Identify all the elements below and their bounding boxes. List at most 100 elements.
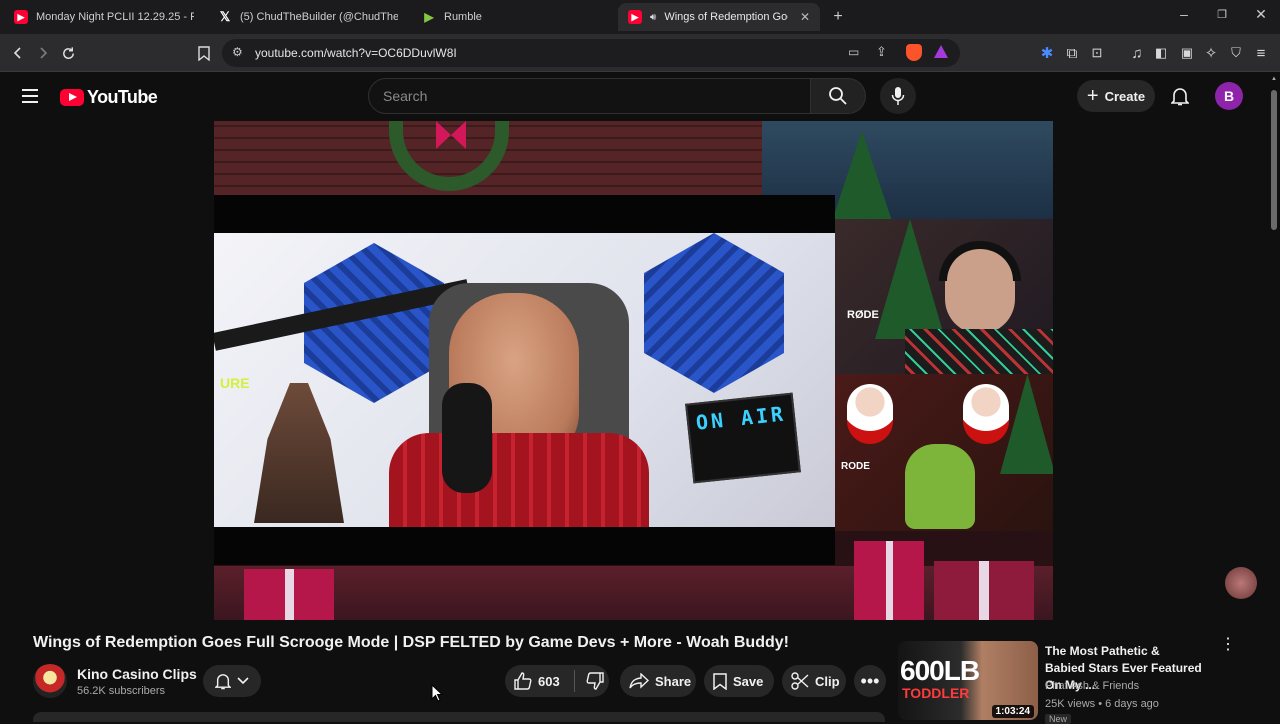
browser-tab[interactable]: 𝕏 (5) ChudTheBuilder (@ChudTheBuild xyxy=(208,3,408,31)
youtube-logo[interactable]: YouTube xyxy=(60,87,158,108)
on-air-sign: ON AIR xyxy=(685,392,801,484)
video-title: Wings of Redemption Goes Full Scrooge Mo… xyxy=(33,634,789,651)
santa-figure xyxy=(847,384,893,444)
save-icon xyxy=(713,672,727,690)
video-duration: 1:03:24 xyxy=(991,705,1034,718)
vpn-icon[interactable]: ✱ xyxy=(1037,43,1057,63)
brave-rewards-icon[interactable] xyxy=(934,45,948,58)
third-webcam-feed: RODE xyxy=(835,374,1053,531)
create-label: Create xyxy=(1104,88,1146,104)
share-button[interactable]: Share xyxy=(620,665,696,697)
microphone-icon xyxy=(891,86,905,106)
thumbnail-subtext: TODDLER xyxy=(902,685,970,701)
microphone xyxy=(442,383,492,493)
youtube-wordmark: YouTube xyxy=(87,87,158,107)
shield-icon[interactable]: ⛉ xyxy=(1226,43,1246,63)
scrollbar-thumb[interactable] xyxy=(1271,90,1277,230)
guide-menu-icon[interactable] xyxy=(20,86,40,106)
guest-shirt xyxy=(905,329,1053,374)
like-button[interactable]: 603 xyxy=(505,665,560,697)
hexagon-wall-panel xyxy=(644,233,784,393)
subscriber-count: 56.2K subscribers xyxy=(77,685,166,697)
rumble-icon: ▶ xyxy=(424,10,434,24)
video-player[interactable]: ON AIR URE RØDE RODE xyxy=(214,121,1053,620)
browser-toolbar: ⚙︎ youtube.com/watch?v=OC6DDuvlW8I ▭ ⇪ ✱… xyxy=(0,34,1280,72)
screenshot-icon[interactable]: ⊡ xyxy=(1087,43,1107,63)
youtube-play-icon xyxy=(60,89,84,106)
channel-name[interactable]: Kino Casino Clips xyxy=(77,666,197,682)
browser-tab-active[interactable]: ▶ 🔊︎ Wings of Redemption Goes F ✕ xyxy=(618,3,820,31)
share-page-icon[interactable]: ⇪ xyxy=(876,44,887,60)
thumbs-up-icon xyxy=(514,672,532,690)
headset xyxy=(939,241,1021,281)
restore-icon[interactable]: ❐ xyxy=(1211,8,1233,21)
media-icon[interactable]: ♫ xyxy=(1127,43,1147,63)
reload-icon[interactable] xyxy=(58,43,78,63)
tab-title: Monday Night PCLII 12.29.25 - Perry xyxy=(36,11,194,23)
santa-figure xyxy=(963,384,1009,444)
overlay-text: URE xyxy=(220,375,250,391)
site-settings-icon[interactable]: ⚙︎ xyxy=(232,45,243,59)
more-horizontal-icon: ••• xyxy=(860,671,880,691)
chevron-down-icon xyxy=(237,677,249,685)
address-bar[interactable]: ⚙︎ youtube.com/watch?v=OC6DDuvlW8I ▭ ⇪ xyxy=(222,39,960,67)
recommended-video-thumbnail[interactable]: 600LB TODDLER 1:03:24 xyxy=(898,641,1038,720)
leo-ai-icon[interactable]: ✧ xyxy=(1201,43,1221,63)
gift-box xyxy=(934,561,1034,620)
browser-tab[interactable]: ▶ Monday Night PCLII 12.29.25 - Perry xyxy=(4,3,204,31)
mic-brand-label: RODE xyxy=(841,461,870,472)
grinch-costume xyxy=(905,444,975,529)
speaker-icon[interactable]: 🔊︎ xyxy=(650,12,656,23)
gift-box xyxy=(854,541,924,620)
create-button[interactable]: + Create xyxy=(1077,80,1155,112)
extensions-icon[interactable]: ⧉ xyxy=(1062,43,1082,63)
forward-icon[interactable] xyxy=(33,43,53,63)
floor-rug xyxy=(214,566,1053,620)
voice-search-button[interactable] xyxy=(880,78,916,114)
more-actions-button[interactable]: ••• xyxy=(854,665,886,697)
close-tab-icon[interactable]: ✕ xyxy=(800,10,810,24)
browser-tab[interactable]: ▶ Rumble xyxy=(412,3,612,31)
browser-menu-icon[interactable]: ≡ xyxy=(1251,43,1271,63)
sidebar-icon[interactable]: ◧ xyxy=(1151,43,1171,63)
youtube-icon: ▶ xyxy=(14,10,28,24)
x-icon: 𝕏 xyxy=(219,9,231,24)
brave-shields-icon[interactable] xyxy=(906,44,922,61)
clip-button[interactable]: Clip xyxy=(782,665,846,697)
subscription-notifications-button[interactable] xyxy=(203,665,261,697)
search-button[interactable] xyxy=(810,78,866,114)
channel-avatar[interactable] xyxy=(33,664,67,698)
back-icon[interactable] xyxy=(8,43,28,63)
search-box xyxy=(368,78,866,114)
tab-title: Rumble xyxy=(444,11,482,23)
scissors-icon xyxy=(791,672,809,690)
cast-icon[interactable]: ▭ xyxy=(848,45,859,59)
bookmark-icon[interactable] xyxy=(194,43,214,63)
second-webcam-feed: RØDE xyxy=(835,219,1053,374)
thumbnail-text: 600LB xyxy=(900,655,980,686)
url-text[interactable]: youtube.com/watch?v=OC6DDuvlW8I xyxy=(255,46,457,60)
dislike-button[interactable] xyxy=(581,665,609,697)
tab-title: (5) ChudTheBuilder (@ChudTheBuild xyxy=(240,11,398,23)
window-close-icon[interactable]: ✕ xyxy=(1250,6,1272,23)
figurine-statue xyxy=(254,383,344,523)
notifications-button[interactable] xyxy=(1168,84,1192,108)
search-input[interactable] xyxy=(368,78,811,114)
kebab-menu-icon[interactable]: ⋮ xyxy=(1218,637,1238,663)
new-tab-button[interactable]: + xyxy=(826,3,850,31)
description-box[interactable] xyxy=(33,712,885,722)
account-avatar[interactable]: B xyxy=(1215,82,1243,110)
thumbs-down-icon xyxy=(586,672,604,690)
scroll-up-icon[interactable]: ▲ xyxy=(1271,76,1277,82)
tab-title: Wings of Redemption Goes F xyxy=(664,11,788,23)
youtube-icon: ▶ xyxy=(628,10,642,24)
save-button[interactable]: Save xyxy=(704,665,774,697)
christmas-sweater xyxy=(389,433,649,527)
christmas-tree-decoration xyxy=(832,131,892,221)
youtube-header: YouTube + Create B xyxy=(0,72,1280,120)
recommended-channel-name[interactable]: Phat Ash & Friends xyxy=(1045,680,1139,692)
channel-watermark[interactable] xyxy=(1225,567,1257,599)
page-scrollbar[interactable]: ▲ xyxy=(1270,74,1278,720)
wallet-icon[interactable]: ▣ xyxy=(1177,43,1197,63)
minimize-icon[interactable]: – xyxy=(1173,6,1195,22)
